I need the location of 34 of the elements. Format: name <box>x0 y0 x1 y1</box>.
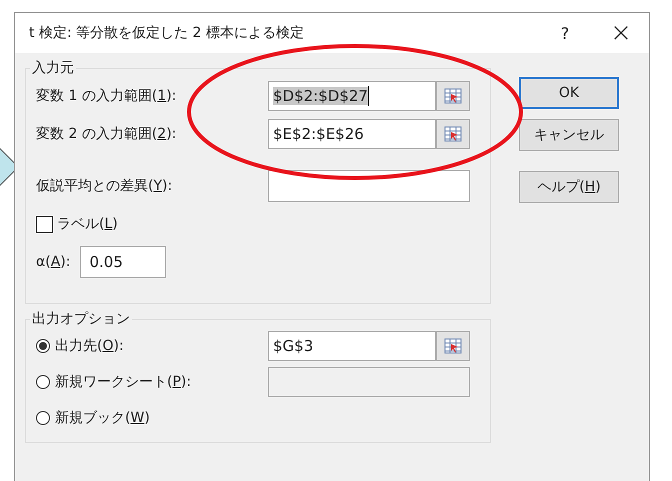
dialog-button[interactable]: ヘルプ(H) <box>519 171 619 203</box>
input-field[interactable]: 0.05 <box>80 246 166 278</box>
field-value: 0.05 <box>89 253 123 271</box>
range-picker-button[interactable] <box>436 331 470 361</box>
range-select-icon <box>444 88 462 104</box>
input-field[interactable] <box>268 170 470 202</box>
field-value: $E$2:$E$26 <box>273 125 364 143</box>
group-title: 入力元 <box>31 59 75 77</box>
dialog-button[interactable]: OK <box>519 77 619 109</box>
group-title: 出力オプション <box>31 310 131 328</box>
radio-button[interactable] <box>36 339 50 353</box>
field-label: α(A): <box>36 254 70 270</box>
range-select-icon <box>444 338 462 354</box>
field-label: 変数 2 の入力範囲(2): <box>36 125 178 143</box>
checkbox[interactable] <box>36 216 53 232</box>
window-title: t 検定: 等分散を仮定した 2 標本による検定 <box>29 24 305 42</box>
range-picker-button[interactable] <box>436 81 470 111</box>
radio-label: 新規ブック(W) <box>55 409 151 427</box>
field-label: 仮説平均との差異(Y): <box>36 177 174 195</box>
range-field[interactable]: $D$2:$D$27 <box>268 81 436 111</box>
checkbox-label: ラベル(L) <box>57 215 118 233</box>
field-label: 変数 1 の入力範囲(1): <box>36 87 178 105</box>
range-field[interactable]: $E$2:$E$26 <box>268 119 436 149</box>
field-value: $G$3 <box>273 337 314 355</box>
radio-label: 新規ワークシート(P): <box>55 373 192 391</box>
radio-button[interactable] <box>36 411 50 425</box>
help-button[interactable]: ? <box>537 13 593 53</box>
close-button[interactable]: × <box>593 13 649 53</box>
range-picker-button[interactable] <box>436 119 470 149</box>
field-value: $D$2:$D$27 <box>273 87 368 105</box>
radio-label: 出力先(O): <box>55 337 125 355</box>
range-select-icon <box>444 126 462 142</box>
dialog-button[interactable]: キャンセル <box>519 119 619 151</box>
range-field[interactable]: $G$3 <box>268 331 436 361</box>
